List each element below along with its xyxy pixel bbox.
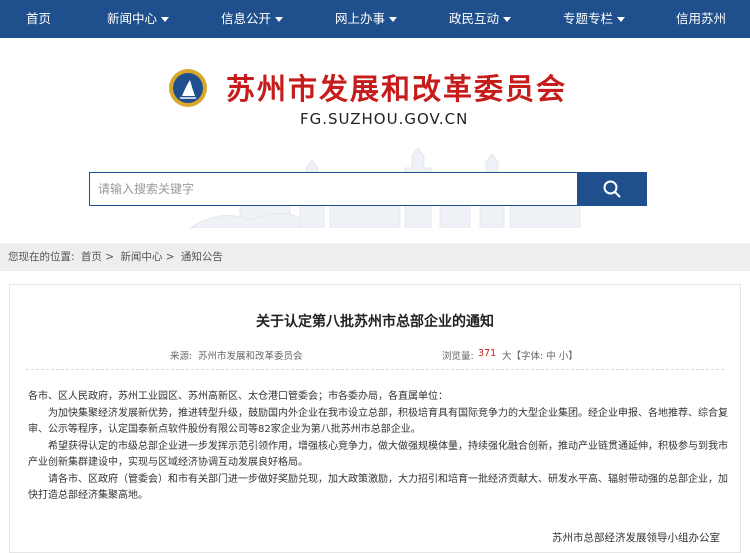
paragraph: 希望获得认定的市级总部企业进一步发挥示范引领作用，增强核心竞争力，做大做强规模体… — [28, 440, 728, 469]
nav-label: 政民互动 — [449, 11, 500, 26]
nav-item-topics[interactable]: 专题专栏 — [563, 0, 626, 38]
views-label: 浏览量: — [442, 351, 474, 362]
nav-label: 网上办事 — [335, 11, 386, 26]
caret-down-icon — [275, 17, 284, 22]
paragraph-salutation: 各市、区人民政府，苏州工业园区、苏州高新区、太仓港口管委会；市各委办局，各直属单… — [28, 391, 448, 402]
caret-down-icon — [161, 17, 170, 22]
caret-down-icon — [389, 17, 398, 22]
nav-item-online-service[interactable]: 网上办事 — [335, 0, 398, 38]
source-value: 苏州市发展和改革委员会 — [198, 351, 303, 362]
caret-down-icon — [503, 17, 512, 22]
meta-divider — [26, 369, 724, 370]
nav-label: 新闻中心 — [107, 11, 158, 26]
search-button[interactable] — [577, 172, 647, 206]
breadcrumb-item-news[interactable]: 新闻中心 — [120, 251, 162, 263]
search-input[interactable] — [89, 172, 577, 206]
nav-item-news[interactable]: 新闻中心 — [107, 0, 170, 38]
breadcrumb-item-home[interactable]: 首页 — [81, 251, 102, 263]
breadcrumb-separator: > — [165, 251, 175, 263]
search-bar — [89, 172, 647, 206]
nav-item-credit-suzhou[interactable]: 信用苏州 — [676, 0, 726, 38]
nav-item-info-disclosure[interactable]: 信息公开 — [221, 0, 284, 38]
views-count: 371 — [478, 348, 497, 359]
breadcrumb-item-notices[interactable]: 通知公告 — [181, 251, 223, 263]
article-body: 各市、区人民政府，苏州工业园区、苏州高新区、太仓港口管委会；市各委办局，各直属单… — [28, 389, 728, 505]
nav-label: 信息公开 — [221, 11, 272, 26]
site-domain: FG.SUZHOU.GOV.CN — [300, 110, 469, 128]
site-header: 苏州市发展和改革委员会 FG.SUZHOU.GOV.CN — [0, 38, 750, 228]
paragraph: 请各市、区政府（管委会）和市有关部门进一步做好奖励兑现，加大政策激励，大力招引和… — [28, 473, 728, 502]
search-icon — [603, 180, 621, 198]
nav-label: 信用苏州 — [676, 11, 727, 26]
article-signature: 苏州市总部经济发展领导小组办公室 — [552, 532, 720, 544]
site-title: 苏州市发展和改革委员会 — [226, 72, 568, 106]
nav-item-home[interactable]: 首页 — [26, 0, 51, 38]
breadcrumb-separator: > — [105, 251, 115, 263]
breadcrumb: 您现在的位置: 首页 > 新闻中心 > 通知公告 — [0, 243, 750, 271]
nav-label: 首页 — [26, 11, 52, 26]
caret-down-icon — [617, 17, 626, 22]
nav-label: 专题专栏 — [563, 11, 614, 26]
emblem-logo-icon — [169, 69, 207, 107]
nav-item-interaction[interactable]: 政民互动 — [449, 0, 512, 38]
article-panel: 关于认定第八批苏州市总部企业的通知 来源: 苏州市发展和改革委员会 浏览量: 3… — [9, 284, 741, 553]
font-size-selector[interactable]: 大【字体: 中 小】 — [502, 348, 578, 362]
source-label: 来源: — [170, 351, 193, 362]
article-title: 关于认定第八批苏州市总部企业的通知 — [256, 314, 494, 330]
paragraph: 为加快集聚经济发展新优势，推进转型升级，鼓励国内外企业在我市设立总部，积极培育具… — [28, 407, 728, 436]
breadcrumb-prefix: 您现在的位置: — [8, 251, 75, 263]
top-navigation: 首页 新闻中心 信息公开 网上办事 政民互动 专题专栏 信用苏州 — [0, 0, 750, 38]
